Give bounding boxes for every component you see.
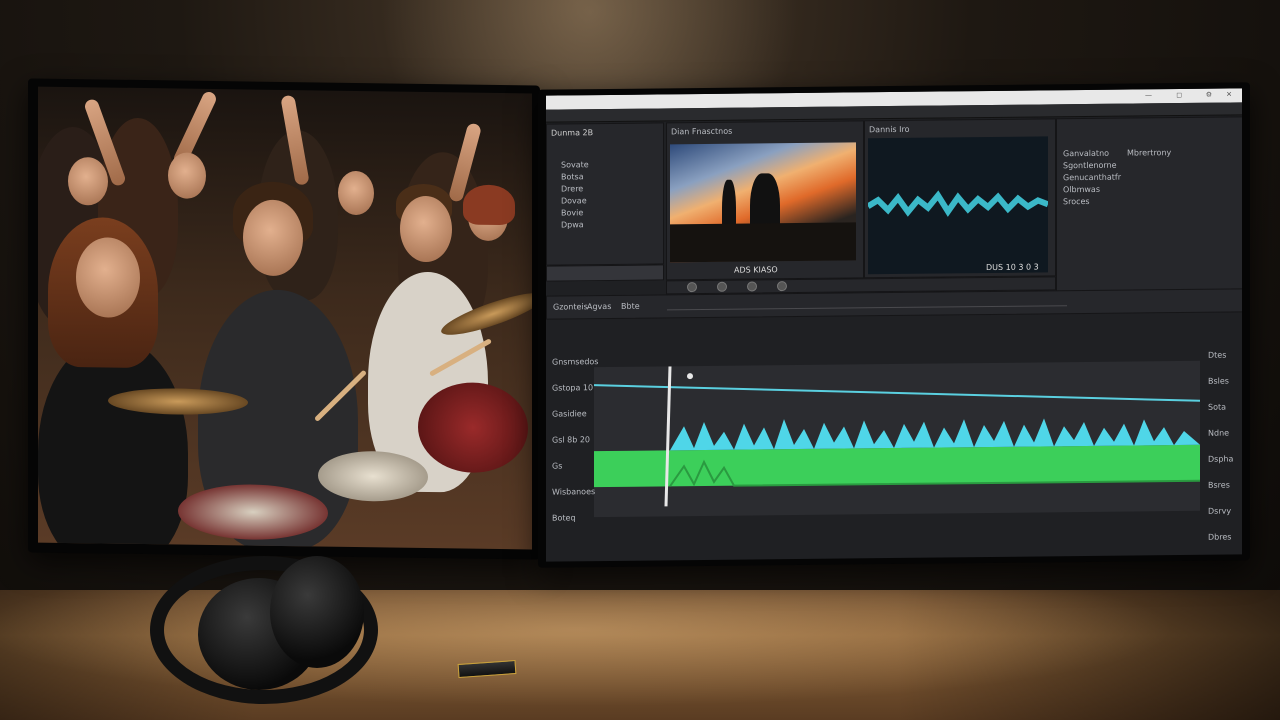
woman-singing <box>38 336 188 550</box>
transport-label[interactable]: Agvas <box>587 302 611 311</box>
track-label[interactable]: Gstopa 10 <box>552 383 593 392</box>
hair <box>463 184 515 226</box>
media-list: Sovate Botsa Drere Dovae Bovie Dpwa <box>547 123 663 229</box>
level-label[interactable]: Bsles <box>1208 376 1229 385</box>
inspector-item[interactable]: Ganvalatno <box>1063 149 1109 158</box>
rewind-button[interactable] <box>687 282 697 293</box>
track-label[interactable]: Wisbanoes <box>552 487 595 496</box>
face <box>68 156 108 206</box>
level-label[interactable]: Dsrvy <box>1208 506 1231 515</box>
track-label[interactable]: Gasidiee <box>552 409 587 418</box>
maximize-icon[interactable]: ◻ <box>1176 91 1182 99</box>
level-label[interactable]: Sota <box>1208 403 1226 412</box>
track-label[interactable]: Gsl 8b 20 <box>552 435 590 444</box>
media-item[interactable]: Dovae <box>561 196 587 205</box>
track-label[interactable]: Boteq <box>552 513 576 522</box>
stop-button[interactable] <box>747 281 757 292</box>
face <box>168 152 206 199</box>
time-ruler <box>667 295 1067 311</box>
inspector-item[interactable]: Genucanthatfr <box>1063 173 1121 183</box>
level-label[interactable]: Dspha <box>1208 454 1233 463</box>
concert-crowd-photo <box>38 86 532 550</box>
inspector-item[interactable]: Sgontlenorne <box>1063 161 1117 171</box>
face <box>243 199 303 277</box>
audio-timeline[interactable] <box>593 360 1201 518</box>
inspector-panel: Ganvalatno Sgontlenorne Genucanthatfr Olbmw… <box>1056 116 1242 311</box>
waveform-track <box>593 366 1201 507</box>
track-label[interactable]: Gs <box>552 461 562 470</box>
stage-foreground <box>670 222 856 263</box>
face <box>76 237 140 318</box>
right-monitor: — ◻ ⚙ ✕ Dunma 2B Sovate Botsa Drere Dovae Bo… <box>538 82 1250 568</box>
media-bin-footer <box>546 264 664 282</box>
tom-drum <box>418 381 528 474</box>
level-label[interactable]: Ndne <box>1208 428 1229 437</box>
viewer-timecode: ADS KIASO <box>734 265 778 275</box>
inspector-list: Ganvalatno Sgontlenorne Genucanthatfr Olbmw… <box>1057 117 1242 206</box>
forward-button[interactable] <box>777 281 787 292</box>
scope-timecode: DUS 10 3 0 3 <box>986 262 1039 273</box>
play-button[interactable] <box>717 281 727 292</box>
left-monitor <box>28 78 540 560</box>
face <box>400 195 452 263</box>
inspector-extra: Mbrertrony <box>1127 148 1172 158</box>
media-bin-panel: Dunma 2B Sovate Botsa Drere Dovae Bovie Dpwa <box>546 122 664 266</box>
face <box>338 170 374 216</box>
transport-label[interactable]: Bbte <box>621 302 640 311</box>
transport-label[interactable]: Gzonteis <box>553 302 588 311</box>
level-label[interactable]: Dbres <box>1208 532 1231 541</box>
video-viewer[interactable] <box>670 142 856 263</box>
level-label[interactable]: Dtes <box>1208 351 1226 360</box>
track-label[interactable]: Gnsmsedos <box>552 357 598 366</box>
editor-screen: — ◻ ⚙ ✕ Dunma 2B Sovate Botsa Drere Dovae Bo… <box>546 88 1242 562</box>
media-item[interactable]: Dpwa <box>561 220 584 229</box>
headphone-ear-cup <box>270 556 364 668</box>
media-item[interactable]: Botsa <box>561 172 584 181</box>
media-item[interactable]: Sovate <box>561 160 589 169</box>
viewer-title: Dian Fnasctnos <box>671 126 733 137</box>
scope-title: Dannis Iro <box>869 124 910 135</box>
close-icon[interactable]: ✕ <box>1226 90 1232 98</box>
audio-scope <box>866 136 1050 275</box>
inspector-item[interactable]: Sroces <box>1063 197 1090 206</box>
ruler-panel: Gzonteis Agvas Bbte <box>546 288 1242 320</box>
media-item[interactable]: Bovie <box>561 208 583 217</box>
settings-icon[interactable]: ⚙ <box>1206 91 1212 99</box>
minimize-icon[interactable]: — <box>1145 91 1152 99</box>
media-bin-title: Dunma 2B <box>551 128 594 138</box>
scope-waveform <box>866 190 1050 217</box>
level-label[interactable]: Bsres <box>1208 480 1230 489</box>
inspector-item[interactable]: Olbmwas <box>1063 185 1100 194</box>
media-item[interactable]: Drere <box>561 184 583 193</box>
